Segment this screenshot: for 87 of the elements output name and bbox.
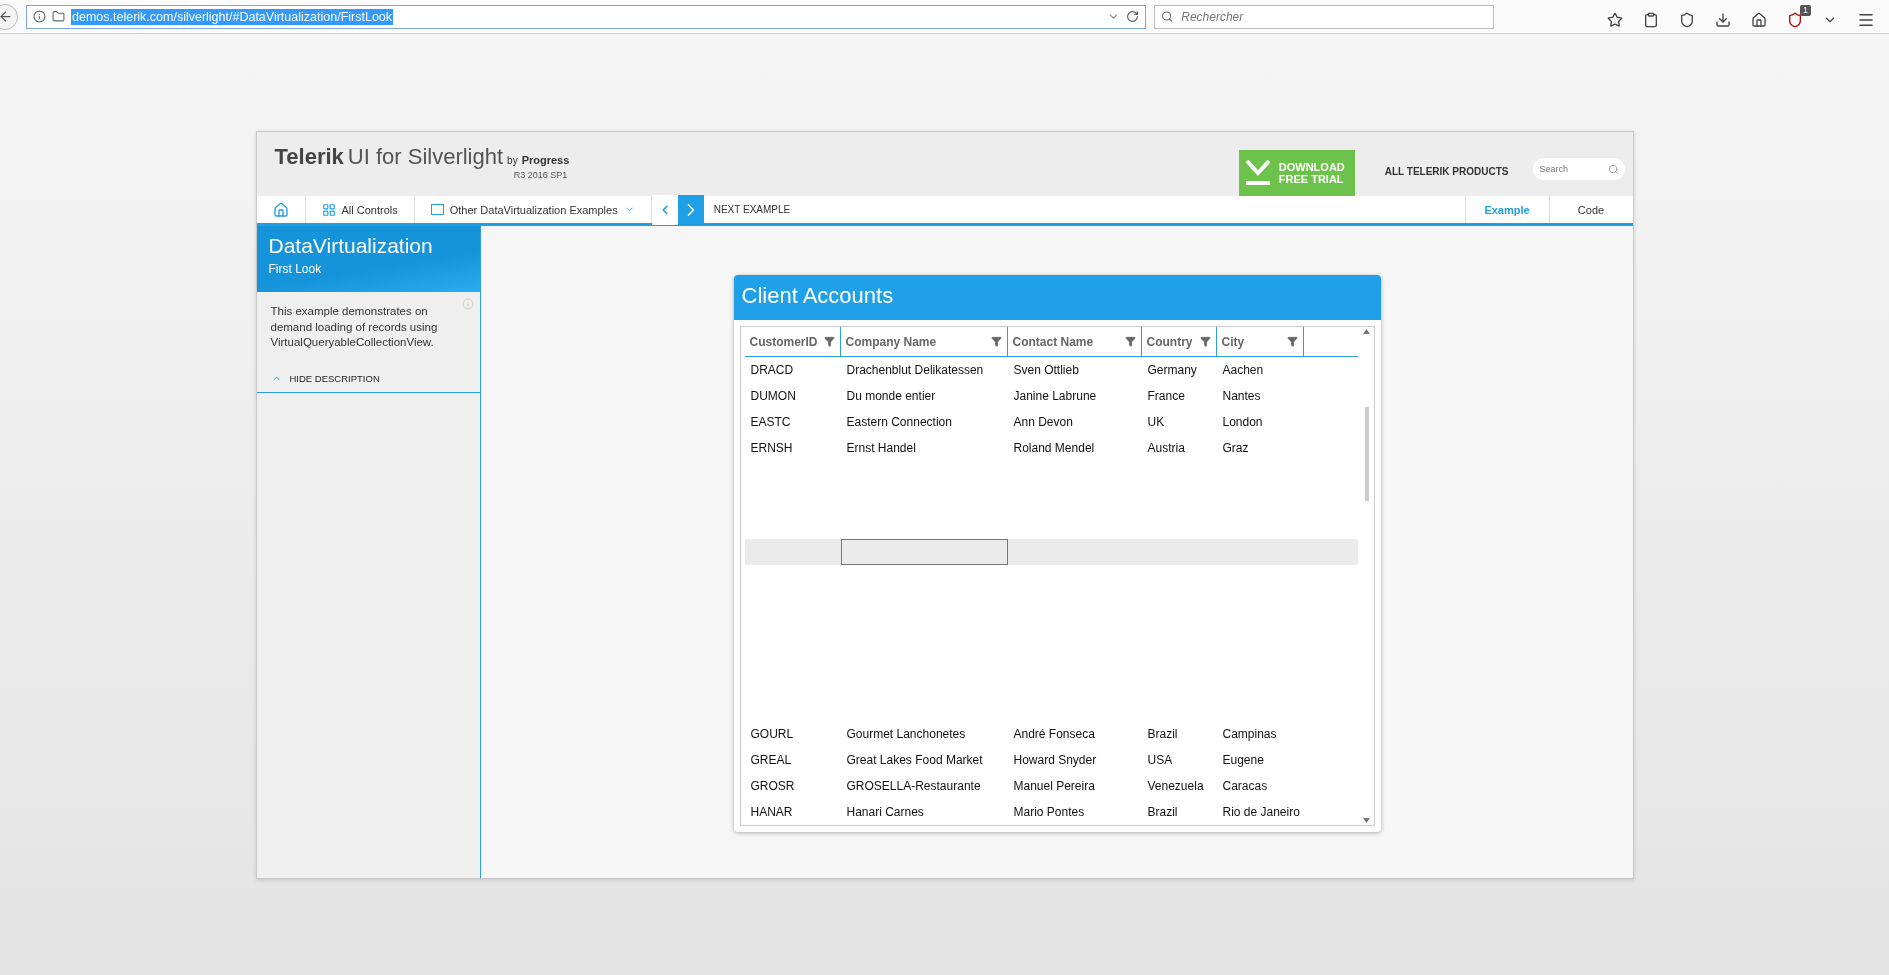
selected-row[interactable]: [744, 539, 1358, 565]
scroll-down-icon[interactable]: [1363, 818, 1370, 823]
table-cell-text: Brazil: [1146, 804, 1179, 821]
grid-icon: [321, 202, 336, 217]
table-cell-text: Manuel Pereira: [1012, 778, 1096, 795]
company-name: Progress: [521, 154, 570, 166]
site-search-box[interactable]: Search: [1532, 158, 1625, 180]
table-cell-text: EASTC: [749, 414, 792, 431]
table-cell-text: Sven Ottlieb: [1012, 362, 1080, 379]
info-icon[interactable]: [33, 10, 46, 23]
download-icon: [1244, 159, 1271, 187]
table-cell-text: Hanari Carnes: [845, 804, 925, 821]
grid-title: Client Accounts: [733, 275, 1381, 320]
table-cell-text: Ann Devon: [1012, 414, 1074, 431]
version-label: R3 2016 SP1: [513, 170, 568, 180]
table-cell-text: Caracas: [1221, 778, 1269, 795]
table-cell-text: Nantes: [1221, 388, 1262, 405]
column-header[interactable]: Contact Name: [1007, 327, 1142, 356]
table-cell-text: GROSR: [749, 778, 796, 795]
table-cell-text: GROSELLA-Restaurante: [845, 778, 982, 795]
table-cell-text: Graz: [1221, 440, 1250, 457]
description-text: This example demonstrates on demand loading of records using VirtualQueryableCollectionView.: [270, 304, 439, 351]
brand-name: Telerik: [274, 144, 344, 170]
table-cell-text: Janine Labrune: [1012, 388, 1098, 405]
site-search-field[interactable]: Search: [1537, 163, 1608, 175]
table-cell-text: HANAR: [749, 804, 794, 821]
shield-icon: [1787, 12, 1803, 28]
back-arrow-icon: [0, 9, 13, 24]
table-cell-text: Aachen: [1221, 362, 1265, 379]
next-example-link[interactable]: NEXT EXAMPLE: [713, 204, 791, 215]
table-cell-text: Austria: [1146, 440, 1186, 457]
home-icon: [272, 201, 289, 218]
info-icon: [461, 298, 474, 310]
column-header[interactable]: City: [1216, 327, 1304, 356]
search-icon: [1161, 10, 1174, 23]
products-link[interactable]: ALL TELERIK PRODUCTS: [1384, 166, 1509, 177]
product-name: UI for Silverlight: [347, 144, 504, 170]
table-cell-text: Rio de Janeiro: [1221, 804, 1301, 821]
filter-icon[interactable]: [990, 336, 1002, 347]
column-header[interactable]: Country: [1141, 327, 1217, 356]
page-icon: [52, 10, 65, 23]
table-cell-text: Ernst Handel: [845, 440, 917, 457]
table-cell-text: Eastern Connection: [845, 414, 953, 431]
sidebar-title: DataVirtualization: [268, 234, 434, 258]
table-cell-text: Great Lakes Food Market: [845, 752, 984, 769]
search-icon: [1607, 163, 1619, 175]
column-header[interactable]: Company Name: [840, 327, 1008, 356]
scrollbar-thumb[interactable]: [1364, 407, 1369, 501]
table-cell-text: Eugene: [1221, 752, 1265, 769]
table-cell-text: ERNSH: [749, 440, 794, 457]
table-cell-text: DRACD: [749, 362, 795, 379]
table-cell-text: Mario Pontes: [1012, 804, 1086, 821]
table-cell-text: Campinas: [1221, 726, 1278, 743]
table-cell-text: London: [1221, 414, 1264, 431]
scroll-up-icon[interactable]: [1363, 329, 1370, 334]
back-button[interactable]: [0, 3, 18, 30]
table-cell-text: Germany: [1146, 362, 1198, 379]
filter-icon[interactable]: [1199, 336, 1211, 347]
table-cell-text: André Fonseca: [1012, 726, 1096, 743]
focused-cell[interactable]: [840, 539, 1008, 565]
table-cell-text: GREAL: [749, 752, 793, 769]
filter-icon[interactable]: [1124, 336, 1136, 347]
hide-description-button[interactable]: HIDE DESCRIPTION: [270, 350, 380, 392]
column-header[interactable]: CustomerID: [744, 327, 841, 356]
sidebar-subtitle: First Look: [268, 262, 323, 276]
examples-icon: [430, 204, 444, 215]
table-cell-text: Venezuela: [1146, 778, 1205, 795]
table-cell-text: Brazil: [1146, 726, 1179, 743]
next-button[interactable]: [677, 194, 704, 225]
count-badge: 1: [1800, 5, 1811, 16]
table-cell-text: Howard Snyder: [1012, 752, 1098, 769]
table-cell-text: Gourmet Lanchonetes: [845, 726, 967, 743]
table-cell-text: Du monde entier: [845, 388, 937, 405]
table-cell-text: USA: [1146, 752, 1174, 769]
browser-search-box[interactable]: Rechercher: [1154, 4, 1494, 29]
table-cell-text: DUMON: [749, 388, 797, 405]
reload-icon[interactable]: [1126, 10, 1139, 23]
table-cell-text: France: [1146, 388, 1186, 405]
table-cell-text: UK: [1146, 414, 1166, 431]
table-cell-text: Drachenblut Delikatessen: [845, 362, 985, 379]
table-cell-text: Roland Mendel: [1012, 440, 1096, 457]
filter-icon[interactable]: [1286, 336, 1298, 347]
browser-search-field[interactable]: Rechercher: [1179, 8, 1487, 25]
by-label: by: [507, 155, 518, 166]
filter-icon[interactable]: [823, 336, 835, 347]
extension-button[interactable]: 1: [1783, 5, 1811, 28]
table-cell-text: GOURL: [749, 726, 795, 743]
